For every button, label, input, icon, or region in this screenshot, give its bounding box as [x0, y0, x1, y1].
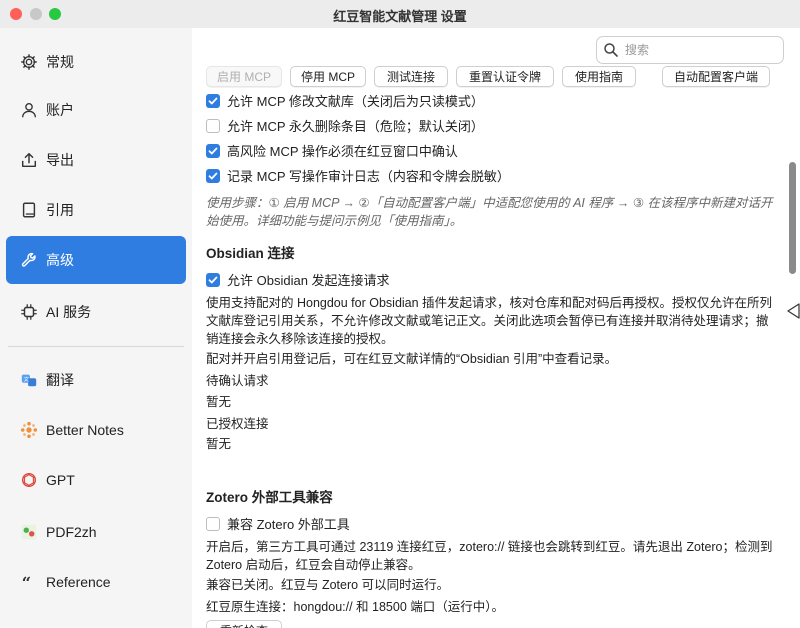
- reset-token-button[interactable]: 重置认证令牌: [456, 66, 554, 87]
- quote-icon: “: [20, 573, 38, 591]
- sidebar-item-label: Reference: [46, 574, 111, 590]
- sidebar-item-advanced[interactable]: 高级: [6, 236, 186, 284]
- checkbox-label: 兼容 Zotero 外部工具: [227, 517, 350, 532]
- sidebar-item-export[interactable]: 导出: [6, 136, 186, 184]
- checkbox-label: 允许 Obsidian 发起连接请求: [227, 273, 390, 288]
- mouse-cursor-icon: [787, 303, 800, 319]
- usage-guide-button[interactable]: 使用指南: [562, 66, 636, 87]
- sidebar-item-ai-service[interactable]: AI 服务: [6, 288, 186, 336]
- gear-icon: [20, 53, 38, 71]
- authorized-connections-value: 暂无: [206, 437, 232, 451]
- book-icon: [20, 201, 38, 219]
- openai-icon: [20, 471, 38, 489]
- checkbox-checked[interactable]: [206, 143, 220, 158]
- obsidian-allow-checkbox[interactable]: 允许 Obsidian 发起连接请求: [206, 270, 390, 289]
- sidebar-item-label: PDF2zh: [46, 524, 97, 540]
- checkbox-checked[interactable]: [206, 93, 220, 108]
- pdf2zh-icon: [20, 523, 38, 541]
- export-icon: [20, 151, 38, 169]
- search-input[interactable]: [625, 43, 775, 57]
- scrollbar-thumb[interactable]: [789, 162, 796, 274]
- title-bar: 红豆智能文献管理 设置: [0, 0, 800, 28]
- mcp-allow-modify-checkbox[interactable]: 允许 MCP 修改文献库（关闭后为只读模式）: [206, 91, 484, 110]
- recheck-button[interactable]: 重新检查: [206, 620, 282, 628]
- mcp-confirm-risky-checkbox[interactable]: 高风险 MCP 操作必须在红豆窗口中确认: [206, 141, 458, 160]
- checkbox-label: 高风险 MCP 操作必须在红豆窗口中确认: [227, 144, 458, 159]
- pending-requests-value: 暂无: [206, 395, 232, 409]
- checkbox-label: 允许 MCP 永久删除条目（危险；默认关闭）: [227, 119, 484, 134]
- native-connection-info: 红豆原生连接：hongdou:// 和 18500 端口（运行中）。: [206, 600, 505, 614]
- vertical-scrollbar[interactable]: [786, 28, 800, 628]
- authorized-connections-label: 已授权连接: [206, 417, 269, 431]
- sidebar-item-translate[interactable]: 文 翻译: [6, 356, 186, 404]
- translate-icon: 文: [20, 371, 38, 389]
- sidebar-item-label: 账户: [46, 102, 74, 118]
- enable-mcp-button[interactable]: 启用 MCP: [206, 66, 282, 87]
- obsidian-section-title: Obsidian 连接: [206, 246, 295, 261]
- sparkle-icon: [20, 421, 38, 439]
- sidebar-item-better-notes[interactable]: Better Notes: [6, 406, 186, 454]
- sidebar-item-pdf2zh[interactable]: PDF2zh: [6, 508, 186, 556]
- mcp-usage-hint: 使用步骤：① 启用 MCP → ②「自动配置客户端」中适配您使用的 AI 程序 …: [206, 196, 773, 228]
- svg-text:文: 文: [24, 375, 30, 383]
- pending-requests-label: 待确认请求: [206, 374, 269, 388]
- zotero-compat-checkbox[interactable]: 兼容 Zotero 外部工具: [206, 514, 350, 533]
- checkbox-checked[interactable]: [206, 168, 220, 183]
- wrench-icon: [20, 251, 38, 269]
- checkbox-unchecked[interactable]: [206, 516, 220, 531]
- sidebar: 常规 账户 导出 引用 高级 AI 服务 文 翻译 Better Notes G…: [0, 28, 192, 628]
- zotero-status: 兼容已关闭。红豆与 Zotero 可以同时运行。: [206, 578, 450, 592]
- sidebar-item-general[interactable]: 常规: [6, 38, 186, 86]
- checkbox-label: 允许 MCP 修改文献库（关闭后为只读模式）: [227, 94, 484, 109]
- checkbox-unchecked[interactable]: [206, 118, 220, 133]
- sidebar-item-label: 高级: [46, 252, 74, 268]
- sidebar-item-gpt[interactable]: GPT: [6, 456, 186, 504]
- obsidian-note: 配对并开启引用登记后，可在红豆文献详情的“Obsidian 引用”中查看记录。: [206, 352, 618, 366]
- sidebar-item-citation[interactable]: 引用: [6, 186, 186, 234]
- sidebar-item-account[interactable]: 账户: [6, 86, 186, 134]
- sidebar-item-label: GPT: [46, 472, 75, 488]
- settings-scroll-area[interactable]: 允许 MCP 修改文献库（关闭后为只读模式） 允许 MCP 永久删除条目（危险；…: [206, 88, 778, 628]
- search-box[interactable]: [596, 36, 784, 64]
- zotero-section-title: Zotero 外部工具兼容: [206, 490, 333, 505]
- search-icon: [604, 43, 618, 57]
- mcp-audit-log-checkbox[interactable]: 记录 MCP 写操作审计日志（内容和令牌会脱敏）: [206, 166, 510, 185]
- sidebar-item-label: Better Notes: [46, 422, 124, 438]
- settings-content: 启用 MCP 停用 MCP 测试连接 重置认证令牌 使用指南 自动配置客户端 允…: [192, 28, 800, 628]
- sidebar-item-label: 引用: [46, 202, 74, 218]
- test-connection-button[interactable]: 测试连接: [374, 66, 448, 87]
- window-title: 红豆智能文献管理 设置: [333, 9, 467, 24]
- zotero-description: 开启后，第三方工具可通过 23119 连接红豆，zotero:// 链接也会跳转…: [206, 540, 773, 572]
- disable-mcp-button[interactable]: 停用 MCP: [290, 66, 366, 87]
- sidebar-item-label: 导出: [46, 152, 74, 168]
- checkbox-checked[interactable]: [206, 272, 220, 287]
- obsidian-description: 使用支持配对的 Hongdou for Obsidian 插件发起请求，核对仓库…: [206, 296, 773, 346]
- sidebar-divider: [8, 346, 184, 347]
- sidebar-item-label: 翻译: [46, 372, 74, 388]
- person-icon: [20, 101, 38, 119]
- settings-window: 红豆智能文献管理 设置 常规 账户 导出 引用 高级 AI 服务 文 翻译 Be…: [0, 0, 800, 628]
- chip-icon: [20, 303, 38, 321]
- sidebar-item-reference[interactable]: “ Reference: [6, 558, 186, 606]
- sidebar-item-label: 常规: [46, 54, 74, 70]
- mcp-allow-delete-checkbox[interactable]: 允许 MCP 永久删除条目（危险；默认关闭）: [206, 116, 484, 135]
- sidebar-item-label: AI 服务: [46, 304, 92, 320]
- checkbox-label: 记录 MCP 写操作审计日志（内容和令牌会脱敏）: [227, 169, 510, 184]
- auto-config-client-button[interactable]: 自动配置客户端: [662, 66, 770, 87]
- svg-text:“: “: [22, 573, 31, 591]
